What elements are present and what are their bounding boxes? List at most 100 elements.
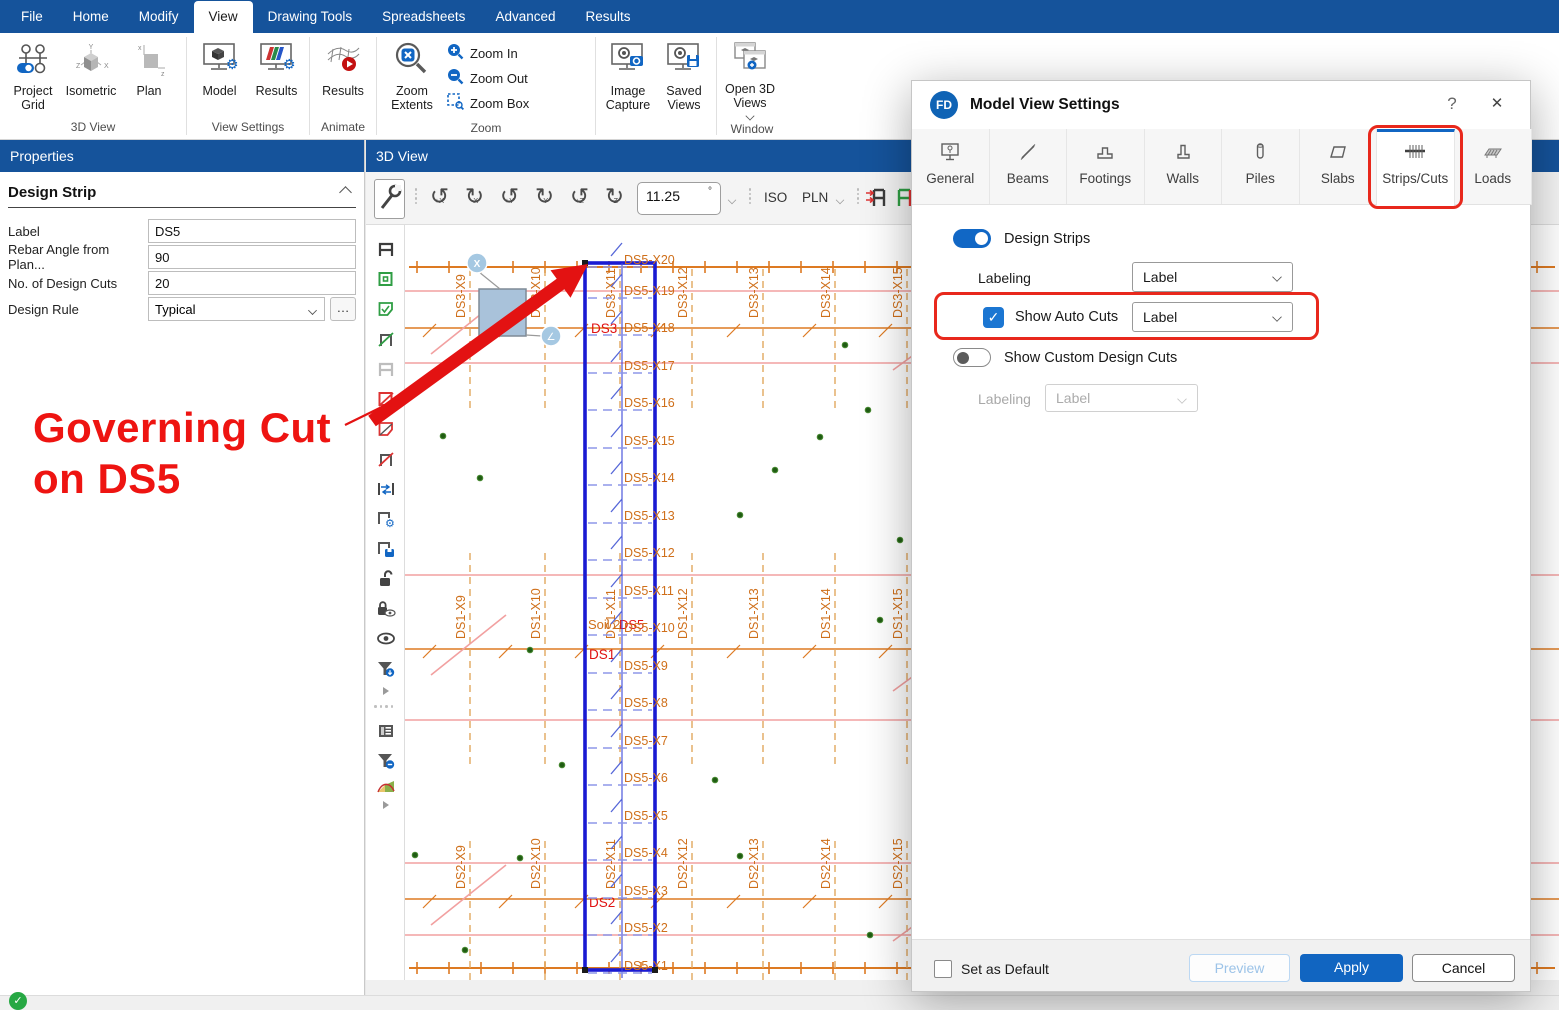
hide-footings-button[interactable] (370, 385, 401, 412)
rotate-minus-y-button[interactable]: ↻-Y (528, 183, 561, 215)
rebar-angle-field[interactable] (148, 245, 356, 269)
design-rule-dropdown[interactable]: Typical (148, 297, 325, 321)
show-footings-button[interactable] (370, 265, 401, 292)
label-field[interactable] (148, 219, 356, 243)
svg-text:DS3-X9: DS3-X9 (454, 274, 468, 318)
preview-button[interactable]: Preview (1189, 954, 1290, 982)
design-cuts-field[interactable] (148, 271, 356, 295)
show-custom-cuts-toggle[interactable] (953, 348, 991, 367)
rotate-minus-z-button[interactable]: ↻-Z (598, 183, 631, 215)
cancel-button[interactable]: Cancel (1412, 954, 1515, 982)
zoom-box-label: Zoom Box (470, 96, 529, 111)
saved-views-button[interactable]: Saved Views (656, 37, 712, 113)
strip-save-button[interactable] (370, 535, 401, 562)
expand-more-button[interactable] (370, 683, 401, 699)
iso-view-button[interactable]: ISO (758, 185, 793, 210)
spacing-dimension-button[interactable] (370, 475, 401, 502)
beam-icon (1016, 140, 1040, 164)
toolbar-drag-handle[interactable] (748, 188, 752, 210)
dialog-tab-slabs[interactable]: Slabs (1300, 129, 1378, 204)
strip-labeling-dropdown[interactable]: Label (1132, 262, 1293, 292)
show-slabs-button[interactable] (370, 295, 401, 322)
design-strip-section-header[interactable]: Design Strip (8, 184, 356, 208)
view-mode-chevron-icon[interactable] (836, 196, 844, 204)
zoom-extents-button[interactable]: Zoom Extents (381, 37, 443, 113)
animate-results-button[interactable]: Results (314, 37, 372, 98)
hide-slabs-button[interactable] (370, 415, 401, 442)
strip-annotation-button[interactable] (866, 184, 890, 215)
tab-drawing-tools[interactable]: Drawing Tools (253, 1, 368, 33)
custom-labeling-caption: Labeling (978, 391, 1031, 407)
tab-view[interactable]: View (194, 1, 253, 33)
zoom-box-button[interactable]: Zoom Box (447, 93, 529, 113)
angle-dropdown-chevron-icon[interactable] (728, 196, 736, 204)
tab-spreadsheets[interactable]: Spreadsheets (367, 1, 480, 33)
dialog-tab-loads[interactable]: Loads (1455, 129, 1533, 204)
tab-modify[interactable]: Modify (124, 1, 194, 33)
strip-labeling-value: Label (1143, 269, 1177, 285)
results-contour-button[interactable] (370, 773, 401, 800)
auto-cuts-labeling-dropdown[interactable]: Label (1132, 302, 1293, 332)
show-walls-button[interactable] (370, 355, 401, 382)
dialog-tab-piles[interactable]: Piles (1222, 129, 1300, 204)
rotation-angle-input[interactable] (646, 188, 696, 204)
dialog-tab-footings[interactable]: Footings (1067, 129, 1145, 204)
show-custom-cuts-label: Show Custom Design Cuts (1004, 350, 1177, 366)
close-button[interactable]: ✕ (1484, 94, 1510, 112)
lock-visibility-button[interactable] (370, 595, 401, 622)
design-rule-more-button[interactable]: … (330, 297, 356, 321)
toolbar-drag-handle[interactable] (856, 188, 860, 210)
tab-advanced[interactable]: Advanced (480, 1, 570, 33)
rotate-plus-x-button[interactable]: ↺+X (423, 183, 456, 215)
toolbar-drag-handle[interactable] (414, 188, 418, 210)
custom-labeling-dropdown[interactable]: Label (1045, 384, 1198, 412)
hide-strips-button[interactable] (370, 445, 401, 472)
model-view-settings-button[interactable]: ⚙ Model (191, 37, 248, 98)
isometric-button[interactable]: YZX Isometric (62, 37, 120, 98)
view-style-button[interactable] (374, 179, 405, 219)
unlock-button[interactable] (370, 565, 401, 592)
svg-text:DS3-X11: DS3-X11 (604, 268, 618, 318)
apply-button[interactable]: Apply (1300, 954, 1403, 982)
rotate-minus-x-button[interactable]: ↻-X (458, 183, 491, 215)
svg-text:DS5-X10: DS5-X10 (624, 621, 675, 635)
tab-file[interactable]: File (6, 1, 58, 33)
status-ok-icon: ✓ (9, 992, 27, 1010)
show-auto-cuts-checkbox[interactable]: ✓ (983, 307, 1004, 328)
dialog-tab-beams[interactable]: Beams (990, 129, 1068, 204)
project-grid-button[interactable]: Project Grid (4, 37, 62, 113)
show-beams-button[interactable] (370, 325, 401, 352)
dialog-tab-walls[interactable]: Walls (1145, 129, 1223, 204)
rotate-plus-y-button[interactable]: ↺+Y (493, 183, 526, 215)
dialog-header[interactable]: FD Model View Settings ? ✕ (912, 81, 1530, 129)
image-capture-button[interactable]: Image Capture (600, 37, 656, 113)
wrench-icon (375, 180, 404, 218)
tab-home[interactable]: Home (58, 1, 124, 33)
design-strips-toggle[interactable] (953, 229, 991, 248)
show-auto-cuts-label: Show Auto Cuts (1015, 309, 1118, 325)
details-list-button[interactable] (370, 717, 401, 744)
filter-remove-button[interactable] (370, 747, 401, 774)
filter-apply-button[interactable] (370, 655, 401, 682)
saved-views-label: Saved Views (656, 84, 712, 113)
tab-results[interactable]: Results (570, 1, 645, 33)
plan-button[interactable]: xz Plan (120, 37, 178, 98)
results-view-settings-button[interactable]: ⚙ Results (248, 37, 305, 98)
dialog-tab-general[interactable]: General (912, 129, 990, 204)
set-as-default-checkbox[interactable] (934, 960, 952, 978)
dropdown-chevron-icon (308, 306, 317, 315)
strip-settings-button[interactable]: ⚙ (370, 505, 401, 532)
open-3d-views-button[interactable]: Open 3D Views (721, 37, 779, 120)
rotate-plus-z-button[interactable]: ↺+Z (563, 183, 596, 215)
zoom-out-button[interactable]: Zoom Out (447, 68, 529, 88)
plan-view-button[interactable]: PLN (796, 185, 834, 210)
help-button[interactable]: ? (1440, 94, 1464, 114)
zoom-box-icon (447, 93, 464, 113)
expand-more-button-2[interactable] (370, 797, 401, 813)
dropdown-chevron-icon (1177, 394, 1187, 404)
collapse-chevron-icon[interactable] (339, 186, 352, 199)
visibility-eye-button[interactable] (370, 625, 401, 652)
zoom-in-button[interactable]: Zoom In (447, 43, 529, 63)
show-strips-button[interactable] (370, 235, 401, 262)
dialog-tab-strips-cuts[interactable]: Strips/Cuts (1377, 129, 1455, 206)
